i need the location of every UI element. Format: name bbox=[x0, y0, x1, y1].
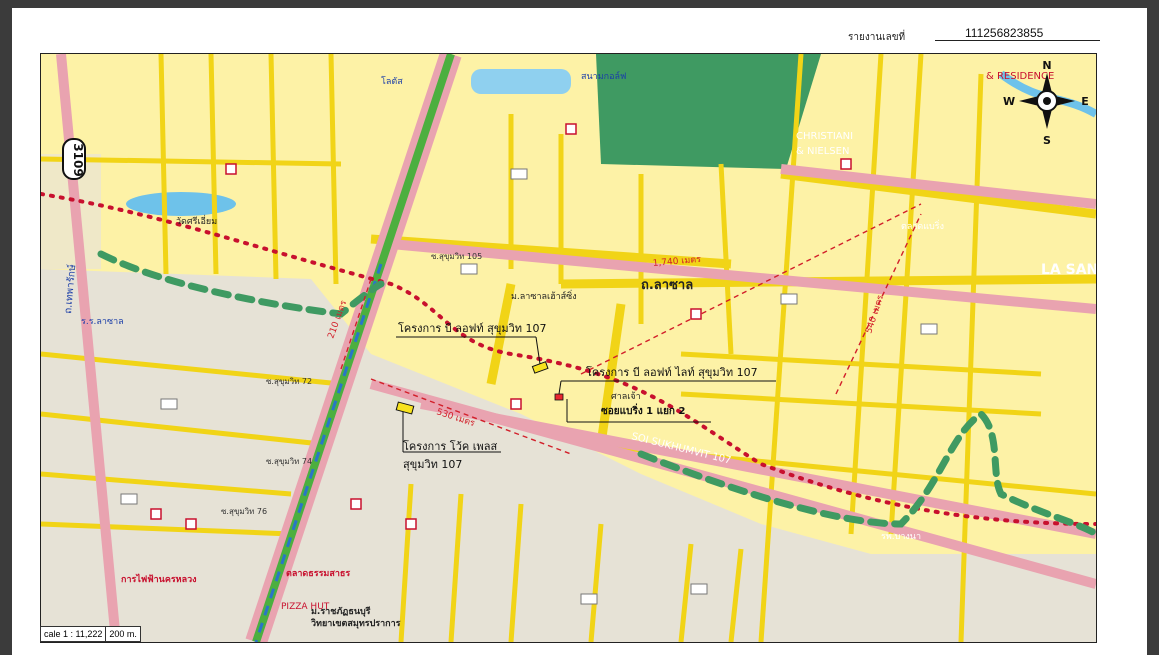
compass-n: N bbox=[1042, 59, 1051, 72]
la-salle-road-label: ถ.ลาซาล bbox=[641, 278, 693, 293]
sukhumvit-76-label: ซ.สุขุมวิท 76 bbox=[221, 507, 267, 516]
project-3-label-line1: โครงการ โว้ค เพลส bbox=[403, 439, 497, 453]
compass-e: E bbox=[1081, 95, 1089, 108]
place-market: ตลาดธรรมสาธร bbox=[286, 569, 350, 579]
place-tesco: โลตัส bbox=[381, 76, 403, 87]
project-3-label-line2: สุขุมวิท 107 bbox=[403, 458, 462, 471]
la-san-label: LA SAN bbox=[1041, 262, 1096, 278]
project-marker-2[interactable] bbox=[554, 393, 564, 401]
sukhumvit-74-label: ซ.สุขุมวิท 74 bbox=[266, 457, 312, 466]
place-golf: สนามกอล์ฟ bbox=[581, 70, 626, 82]
place-pizza: PIZZA HUT bbox=[281, 602, 330, 612]
residence-label: & RESIDENCE bbox=[986, 71, 1054, 82]
christiani-label: CHRISTIANI bbox=[796, 131, 853, 142]
nielsen-label: & NIELSEN bbox=[796, 146, 849, 157]
project-2-label: โครงการ บี ลอฟท์ ไลท์ สุขุมวิท 107 bbox=[586, 365, 758, 379]
compass-s: S bbox=[1043, 134, 1051, 147]
report-number: 111256823855 bbox=[935, 26, 1100, 41]
place-lasalle-school: ร.ร.ลาซาล bbox=[81, 317, 124, 327]
place-hospital: รพ.บางนา bbox=[881, 532, 921, 542]
compass-w: W bbox=[1003, 95, 1015, 108]
scale-ratio: cale 1 : 11,222 bbox=[41, 627, 107, 641]
pond bbox=[126, 192, 236, 216]
report-label: รายงานเลขที่ bbox=[848, 32, 906, 43]
scale-distance: 200 m. bbox=[109, 629, 137, 639]
place-rajabhat-2: วิทยาเขตสมุทรปราการ bbox=[310, 618, 401, 629]
sukhumvit-105-label: ซ.สุขุมวิท 105 bbox=[431, 252, 482, 261]
lake bbox=[471, 69, 571, 94]
screen-background: รายงานเลขที่ 111256823855 3109 ถ.ลาซาล L… bbox=[0, 0, 1159, 655]
route-shield: 3109 bbox=[62, 138, 86, 180]
project-1-label: โครงการ บี ลอฟท์ สุขุมวิท 107 bbox=[398, 321, 547, 335]
svg-text:3109: 3109 bbox=[71, 143, 85, 176]
location-map[interactable]: 3109 ถ.ลาซาล LA SAN SOI SUKHUMVIT 107 ซ.… bbox=[40, 53, 1097, 643]
park-area bbox=[596, 54, 821, 169]
sukhumvit-72-label: ซ.สุขุมวิท 72 bbox=[266, 377, 312, 386]
map-canvas: 3109 ถ.ลาซาล LA SAN SOI SUKHUMVIT 107 ซ.… bbox=[41, 54, 1096, 642]
map-scale-bar: cale 1 : 11,222 200 m. bbox=[40, 626, 141, 642]
place-shrine: ศาลเจ้า bbox=[611, 391, 641, 402]
soi-bearing-label: ซอยแบริ่ง 1 แยก 2 bbox=[601, 403, 685, 417]
place-electric: การไฟฟ้านครหลวง bbox=[121, 573, 197, 585]
